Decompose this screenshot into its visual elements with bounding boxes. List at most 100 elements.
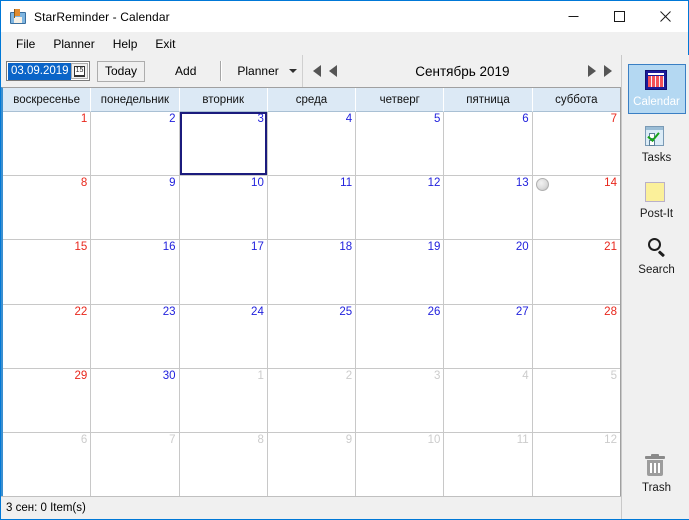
calendar-day-cell[interactable]: 2 <box>267 368 357 432</box>
calendar-day-number: 6 <box>522 113 529 125</box>
calendar-day-number: 2 <box>169 113 176 125</box>
calendar-day-number: 13 <box>515 177 529 190</box>
prev-year-button[interactable] <box>309 55 325 87</box>
calendar-day-cell[interactable]: 11 <box>267 176 357 240</box>
calendar-day-cell[interactable]: 5 <box>356 112 445 176</box>
calendar-day-cell[interactable]: 3 <box>179 112 268 176</box>
body-area: 03.09.2019 15 Today Add Planner Сентябрь… <box>1 55 689 519</box>
right-arrow-icon <box>588 65 596 77</box>
calendar-day-cell[interactable]: 12 <box>356 176 445 240</box>
sidebar-item-tasks-label: Tasks <box>641 152 672 164</box>
month-navigation: Сентябрь 2019 <box>301 55 621 87</box>
calendar-day-cell[interactable]: 22 <box>3 304 92 368</box>
current-month-label: Сентябрь 2019 <box>415 63 510 79</box>
menu-bar: File Planner Help Exit <box>1 32 688 55</box>
calendar-day-number: 5 <box>434 113 441 125</box>
calendar-day-number: 6 <box>80 433 88 446</box>
calendar-day-cell[interactable]: 29 <box>3 368 92 432</box>
calendar-day-cell[interactable]: 10 <box>179 176 268 240</box>
date-input[interactable]: 03.09.2019 15 <box>6 61 90 81</box>
planner-dropdown-label: Planner <box>237 64 279 78</box>
calendar-day-cell[interactable]: 16 <box>91 240 180 304</box>
main-column: 03.09.2019 15 Today Add Planner Сентябрь… <box>1 55 621 519</box>
dow-saturday: суббота <box>532 88 620 112</box>
menu-item-planner[interactable]: Planner <box>44 34 103 54</box>
calendar-day-cell[interactable]: 3 <box>356 368 445 432</box>
calendar-day-cell[interactable]: 18 <box>267 240 357 304</box>
calendar-day-cell[interactable]: 9 <box>91 176 180 240</box>
calendar-day-cell[interactable]: 6 <box>3 432 92 496</box>
date-picker-button[interactable]: 15 <box>71 63 88 79</box>
add-button[interactable]: Add <box>165 61 206 81</box>
calendar-day-number: 15 <box>74 241 88 254</box>
calendar-day-cell[interactable]: 9 <box>267 432 357 496</box>
dow-wednesday: среда <box>267 88 357 112</box>
calendar-week-row: 15 16 17 18 19 20 21 <box>3 240 620 305</box>
window-title: StarReminder - Calendar <box>34 9 170 24</box>
calendar-day-cell[interactable]: 8 <box>3 176 92 240</box>
calendar-day-cell[interactable]: 27 <box>444 304 533 368</box>
calendar-day-cell[interactable]: 1 <box>3 112 92 176</box>
calendar-day-cell[interactable]: 12 <box>532 432 620 496</box>
menu-item-exit[interactable]: Exit <box>146 34 184 54</box>
calendar-day-number: 9 <box>345 433 353 446</box>
calendar-day-cell[interactable]: 13 <box>444 176 533 240</box>
planner-dropdown-button[interactable]: Planner <box>232 61 301 81</box>
minimize-button[interactable] <box>550 1 596 32</box>
double-right-arrow-icon <box>604 65 612 77</box>
prev-month-button[interactable] <box>325 55 341 87</box>
status-bar: 3 сен: 0 Item(s) <box>1 496 621 519</box>
calendar-day-cell[interactable]: 26 <box>356 304 445 368</box>
sidebar-item-trash[interactable]: Trash <box>642 454 671 495</box>
maximize-icon <box>613 11 625 22</box>
calendar-day-cell[interactable]: 8 <box>179 432 268 496</box>
today-button[interactable]: Today <box>97 60 146 82</box>
calendar-day-cell[interactable]: 2 <box>91 112 180 176</box>
calendar-day-cell[interactable]: 10 <box>356 432 445 496</box>
calendar-day-cell[interactable]: 6 <box>444 112 533 176</box>
sidebar-item-tasks[interactable]: Tasks <box>628 120 686 170</box>
calendar-day-number: 11 <box>516 433 529 446</box>
maximize-button[interactable] <box>596 1 642 32</box>
menu-item-help[interactable]: Help <box>104 34 147 54</box>
calendar-day-number: 1 <box>80 113 88 125</box>
next-year-button[interactable] <box>600 55 616 87</box>
application-window: StarReminder - Calendar File Planner Hel… <box>0 0 689 520</box>
calendar-day-cell[interactable]: 7 <box>532 112 620 176</box>
calendar-day-number: 4 <box>345 113 353 125</box>
calendar-day-cell[interactable]: 7 <box>91 432 180 496</box>
sidebar-item-postit[interactable]: Post-It <box>628 176 686 226</box>
calendar-day-number: 27 <box>515 305 529 318</box>
sidebar-item-calendar[interactable]: Calendar <box>627 64 686 114</box>
next-month-button[interactable] <box>584 55 600 87</box>
calendar-icon <box>644 68 669 92</box>
calendar-day-cell[interactable]: 17 <box>179 240 268 304</box>
calendar-day-cell[interactable]: 11 <box>444 432 533 496</box>
calendar-day-cell[interactable]: 15 <box>3 240 92 304</box>
calendar-grid: воскресенье понедельник вторник среда че… <box>1 87 621 496</box>
calendar-day-cell[interactable]: 4 <box>444 368 533 432</box>
close-button[interactable] <box>642 1 688 32</box>
status-text: 3 сен: 0 Item(s) <box>6 502 86 514</box>
calendar-day-cell[interactable]: 20 <box>444 240 533 304</box>
menu-item-file[interactable]: File <box>7 34 44 54</box>
calendar-day-number: 19 <box>427 241 441 254</box>
calendar-day-cell[interactable]: 28 <box>532 304 620 368</box>
calendar-day-cell[interactable]: 14 <box>532 176 620 240</box>
calendar-day-cell[interactable]: 30 <box>91 368 180 432</box>
calendar-day-cell[interactable]: 4 <box>267 112 357 176</box>
calendar-day-cell[interactable]: 1 <box>179 368 268 432</box>
calendar-day-cell[interactable]: 21 <box>532 240 620 304</box>
calendar-day-number: 30 <box>162 369 176 382</box>
sidebar-item-search[interactable]: Search <box>628 232 686 282</box>
calendar-day-cell[interactable]: 5 <box>532 368 620 432</box>
calendar-day-cell[interactable]: 19 <box>356 240 445 304</box>
calendar-day-cell[interactable]: 25 <box>267 304 357 368</box>
trash-icon <box>644 454 668 478</box>
calendar-day-cell[interactable]: 24 <box>179 304 268 368</box>
calendar-day-number: 12 <box>427 177 441 190</box>
calendar-picker-icon: 15 <box>74 65 85 77</box>
calendar-day-number: 4 <box>522 369 529 382</box>
calendar-day-cell[interactable]: 23 <box>91 304 180 368</box>
close-icon <box>659 11 671 22</box>
